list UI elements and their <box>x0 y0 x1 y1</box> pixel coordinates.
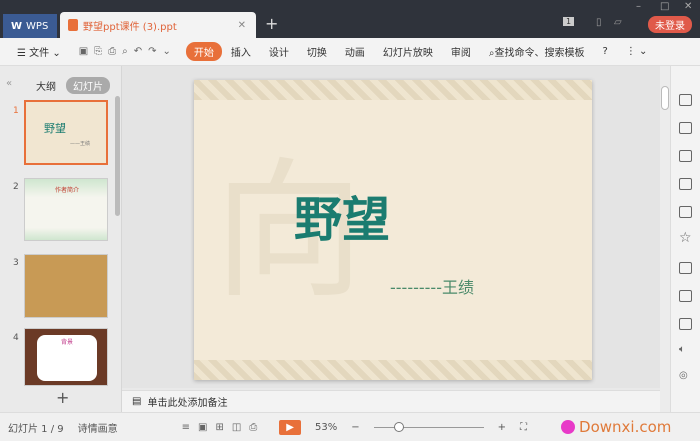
tab-slideshow[interactable]: 幻灯片放映 <box>374 44 442 59</box>
close-window-icon[interactable]: ✕ <box>684 1 692 12</box>
location-icon[interactable]: ◎ <box>679 370 688 381</box>
wps-logo-icon: W <box>11 20 23 32</box>
copy-icon[interactable] <box>679 122 692 134</box>
document-tab-label: 野望ppt课件 (3).ppt <box>83 21 177 33</box>
slide-counter: 幻灯片 1 / 9 <box>8 423 64 435</box>
shape-icon[interactable] <box>679 150 692 162</box>
view-mode-icons[interactable]: ≡▣⊞◫⎙ <box>182 422 266 433</box>
login-button[interactable]: 未登录 <box>648 16 692 33</box>
slide-canvas[interactable]: 向 野望 ---------王绩 <box>194 80 592 380</box>
tab-review[interactable]: 审阅 <box>442 44 480 59</box>
zoom-slider[interactable] <box>373 421 484 432</box>
export-icon[interactable] <box>679 290 692 302</box>
slide-thumbnail-3[interactable] <box>24 254 108 318</box>
title-bar: W WPS 野望ppt课件 (3).ppt ✕ + 1 ▯ ▱ 未登录 – □ ✕ <box>0 0 700 38</box>
zoom-in-button[interactable]: + <box>498 422 506 433</box>
tab-transition[interactable]: 切换 <box>298 44 336 59</box>
slide-subtitle[interactable]: ---------王绩 <box>390 274 474 298</box>
fit-window-icon[interactable]: ⛶ <box>520 422 527 433</box>
ribbon-toolbar: ☰ 文件 ⌄ ▣⎘⎙⌕↶↷⌄ 开始 插入 设计 切换 动画 幻灯片放映 审阅 ⌕… <box>0 38 700 66</box>
right-sidebar: ☆ 🔈︎ ◎ <box>670 66 700 412</box>
tab-outline[interactable]: 大纲 <box>36 78 56 93</box>
decorative-border-top <box>194 80 592 100</box>
thumb-title: 作者简介 <box>55 187 80 194</box>
zoom-level[interactable]: 53% <box>315 422 337 433</box>
slide-number: 2 <box>13 182 19 192</box>
beautify-icon[interactable] <box>679 94 692 106</box>
document-tab[interactable]: 野望ppt课件 (3).ppt ✕ <box>60 12 256 38</box>
slide-thumbnail-1[interactable]: 野望 ——王绩 <box>24 100 108 165</box>
theme-name[interactable]: 诗情画意 <box>78 420 118 435</box>
file-menu[interactable]: 文件 <box>29 48 49 59</box>
thumb-title: 背景 <box>61 339 74 346</box>
slide-number: 4 <box>13 333 19 343</box>
notes-pane[interactable]: ▤ 单击此处添加备注 <box>122 390 660 412</box>
slide-thumbnail-4[interactable]: 背景 <box>24 328 108 386</box>
menu-icon[interactable]: ☰ 文件 ⌄ <box>8 44 70 59</box>
image-icon[interactable] <box>679 206 692 218</box>
star-icon[interactable]: ☆ <box>679 230 692 246</box>
skin-icon[interactable]: ▱ <box>614 17 622 28</box>
tab-slides[interactable]: 幻灯片 <box>66 77 110 94</box>
share-icon[interactable]: ▯ <box>596 17 602 28</box>
watermark-logo: Downxi.com <box>579 418 672 436</box>
search-label: 查找命令、搜索模板 <box>494 48 585 59</box>
slide-thumbnail-2[interactable]: 作者简介 <box>24 178 108 241</box>
search-command[interactable]: ⌕查找命令、搜索模板 <box>480 44 594 59</box>
slide-title[interactable]: 野望 <box>294 180 390 250</box>
more-icon[interactable]: ⋮ ⌄ <box>617 46 657 57</box>
tab-start[interactable]: 开始 <box>185 42 222 61</box>
zoom-out-button[interactable]: − <box>351 422 359 433</box>
slide-number: 1 <box>13 106 19 116</box>
notes-placeholder: 单击此处添加备注 <box>147 398 228 409</box>
help-button[interactable]: ? <box>594 46 617 57</box>
tab-insert[interactable]: 插入 <box>222 44 260 59</box>
decorative-border-bottom <box>194 360 592 380</box>
notes-icon: ▤ <box>132 396 142 407</box>
ppt-file-icon <box>68 19 78 31</box>
new-tab-button[interactable]: + <box>265 14 278 33</box>
archive-icon[interactable] <box>679 262 692 274</box>
close-tab-icon[interactable]: ✕ <box>238 20 246 31</box>
assistant-icon[interactable] <box>561 420 576 434</box>
picture-icon[interactable] <box>679 318 692 330</box>
window-count-badge[interactable]: 1 <box>563 17 575 26</box>
minimize-icon[interactable]: – <box>636 1 641 12</box>
quick-access-icons[interactable]: ▣⎘⎙⌕↶↷⌄ <box>70 46 186 57</box>
tab-design[interactable]: 设计 <box>260 44 298 59</box>
thumb-title: 野望 <box>44 122 66 135</box>
panel-scrollbar[interactable] <box>115 96 120 216</box>
maximize-icon[interactable]: □ <box>660 1 669 12</box>
settings-sliders-icon[interactable] <box>679 178 692 190</box>
wps-label: WPS <box>26 20 49 32</box>
thumb-subtitle: ——王绩 <box>70 141 91 147</box>
slide-panel: « 大纲 幻灯片 1 野望 ——王绩 2 作者简介 3 4 背景 + <box>0 66 122 412</box>
tab-animation[interactable]: 动画 <box>336 44 374 59</box>
wps-home-tab[interactable]: W WPS <box>3 14 57 38</box>
vertical-scrollbar[interactable] <box>660 66 670 412</box>
play-slideshow-button[interactable]: ▶ <box>279 419 301 435</box>
collapse-panel-icon[interactable]: « <box>6 78 12 89</box>
add-slide-button[interactable]: + <box>56 388 69 407</box>
slide-number: 3 <box>13 258 19 268</box>
sound-icon[interactable]: 🔈︎ <box>679 344 685 355</box>
status-bar: 幻灯片 1 / 9 诗情画意 ≡▣⊞◫⎙ ▶ 53% − + ⛶ Downxi.… <box>0 412 700 441</box>
